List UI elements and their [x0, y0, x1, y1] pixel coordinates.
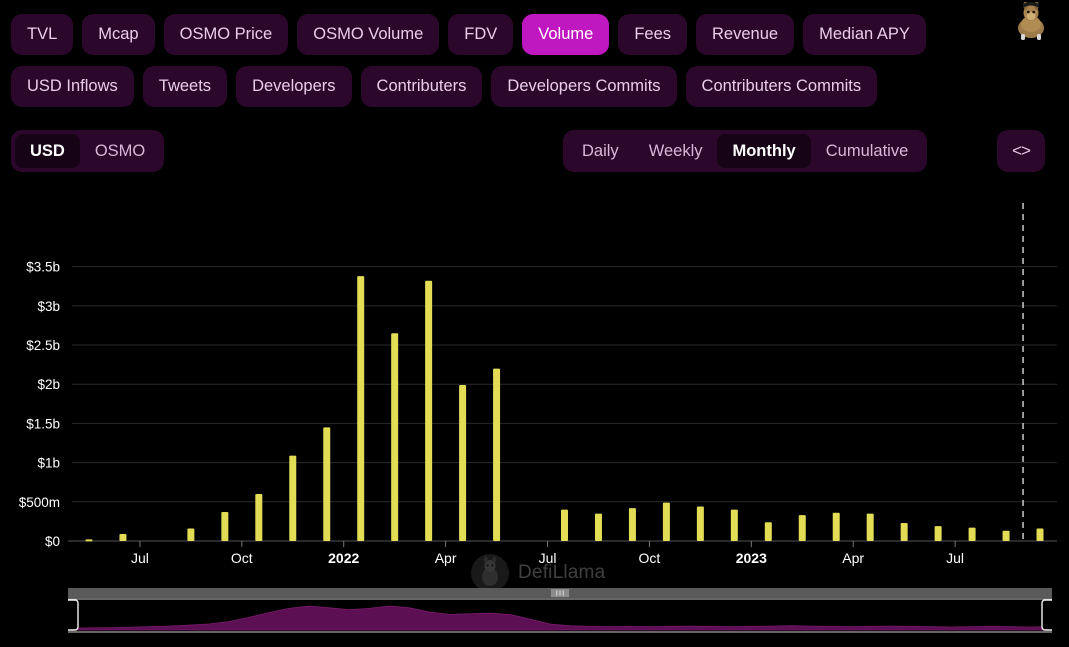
chart-controls-row: USDOSMO DailyWeeklyMonthlyCumulative <>: [0, 129, 1069, 175]
defillama-chart-page: TVLMcapOSMO PriceOSMO VolumeFDVVolumeFee…: [0, 0, 1069, 647]
chart-bar[interactable]: [85, 539, 92, 541]
metric-tab-row-2: USD InflowsTweetsDevelopersContributersD…: [0, 55, 1069, 107]
chart-bar[interactable]: [391, 333, 398, 541]
chart-bar[interactable]: [255, 494, 262, 541]
metric-tab-contributers-commits[interactable]: Contributers Commits: [686, 66, 878, 107]
y-axis-tick-label: $2.5b: [26, 338, 60, 353]
metric-tab-tweets[interactable]: Tweets: [143, 66, 227, 107]
y-axis-tick-label: $1.5b: [26, 416, 60, 431]
x-axis-tick-label: Oct: [231, 550, 253, 566]
metric-tab-row-1: TVLMcapOSMO PriceOSMO VolumeFDVVolumeFee…: [0, 0, 1069, 55]
metric-tab-fdv[interactable]: FDV: [448, 14, 513, 55]
y-axis-tick-label: $3.5b: [26, 260, 60, 275]
brush-right-handle[interactable]: [1042, 600, 1052, 630]
chart-bar[interactable]: [697, 507, 704, 541]
denomination-option-usd[interactable]: USD: [15, 134, 80, 168]
metric-tab-mcap[interactable]: Mcap: [82, 14, 154, 55]
y-axis-tick-label: $2b: [37, 377, 60, 392]
chart-bar[interactable]: [323, 427, 330, 541]
llama-logo-icon: [1009, 2, 1053, 42]
code-embed-icon[interactable]: <>: [997, 130, 1045, 172]
metric-tab-volume[interactable]: Volume: [522, 14, 609, 55]
chart-bar[interactable]: [833, 513, 840, 541]
volume-bar-chart[interactable]: $0 $500m $1b $1.5b $2b $2.5b $3b $3.5b Jul Oct 202…: [0, 195, 1069, 575]
chart-bar[interactable]: [561, 510, 568, 541]
x-axis-tick-label: Apr: [435, 550, 457, 566]
chart-bar[interactable]: [357, 276, 364, 541]
metric-tab-usd-inflows[interactable]: USD Inflows: [11, 66, 134, 107]
x-axis-tick-label: 2022: [328, 550, 359, 566]
chart-bar[interactable]: [969, 528, 976, 541]
chart-range-brush[interactable]: [68, 588, 1052, 634]
interval-option-cumulative[interactable]: Cumulative: [811, 134, 924, 168]
chart-bar[interactable]: [1037, 528, 1044, 541]
denomination-toggle-group[interactable]: USDOSMO: [11, 130, 164, 172]
metric-tab-developers[interactable]: Developers: [236, 66, 351, 107]
y-axis-tick-label: $3b: [37, 299, 60, 314]
brush-left-handle[interactable]: [68, 600, 78, 630]
x-axis-tick-label: 2023: [736, 550, 767, 566]
chart-bar[interactable]: [459, 385, 466, 541]
metric-tab-osmo-volume[interactable]: OSMO Volume: [297, 14, 439, 55]
chart-bar[interactable]: [187, 528, 194, 541]
y-axis-tick-label: $1b: [37, 456, 60, 471]
interval-option-monthly[interactable]: Monthly: [717, 134, 810, 168]
chart-bar[interactable]: [221, 512, 228, 541]
interval-option-weekly[interactable]: Weekly: [634, 134, 718, 168]
x-axis-tick-label: Apr: [842, 550, 864, 566]
chart-bar[interactable]: [935, 526, 942, 541]
chart-bar[interactable]: [731, 510, 738, 541]
brush-area-chart: [68, 606, 1052, 630]
chart-bar[interactable]: [765, 522, 772, 541]
chart-svg: $0 $500m $1b $1.5b $2b $2.5b $3b $3.5b Jul Oct 202…: [0, 195, 1069, 575]
chart-bar[interactable]: [867, 514, 874, 541]
metric-tab-bar: TVLMcapOSMO PriceOSMO VolumeFDVVolumeFee…: [0, 0, 1069, 107]
chart-bar[interactable]: [1003, 531, 1010, 541]
x-axis-tick-label: Jul: [539, 550, 557, 566]
chart-bar[interactable]: [799, 515, 806, 541]
metric-tab-contributers[interactable]: Contributers: [361, 66, 483, 107]
chart-bar[interactable]: [595, 514, 602, 541]
interval-toggle-group[interactable]: DailyWeeklyMonthlyCumulative: [563, 130, 927, 172]
chart-bar[interactable]: [629, 508, 636, 541]
metric-tab-revenue[interactable]: Revenue: [696, 14, 794, 55]
metric-tab-fees[interactable]: Fees: [618, 14, 687, 55]
chart-bar[interactable]: [425, 281, 432, 541]
chart-bar[interactable]: [663, 503, 670, 541]
x-axis-tick-label: Jul: [946, 550, 964, 566]
metric-tab-developers-commits[interactable]: Developers Commits: [491, 66, 676, 107]
brush-svg[interactable]: [68, 588, 1052, 634]
y-axis-tick-label: $500m: [19, 495, 60, 510]
interval-option-daily[interactable]: Daily: [567, 134, 634, 168]
chart-bar[interactable]: [119, 534, 126, 541]
metric-tab-tvl[interactable]: TVL: [11, 14, 73, 55]
x-axis-tick-label: Jul: [131, 550, 149, 566]
metric-tab-median-apy[interactable]: Median APY: [803, 14, 926, 55]
denomination-option-osmo[interactable]: OSMO: [80, 134, 160, 168]
chart-bar[interactable]: [901, 523, 908, 541]
y-axis-tick-label: $0: [45, 534, 60, 549]
metric-tab-osmo-price[interactable]: OSMO Price: [164, 14, 289, 55]
chart-bar[interactable]: [493, 369, 500, 541]
x-axis-tick-label: Oct: [639, 550, 661, 566]
chart-bar[interactable]: [289, 456, 296, 541]
